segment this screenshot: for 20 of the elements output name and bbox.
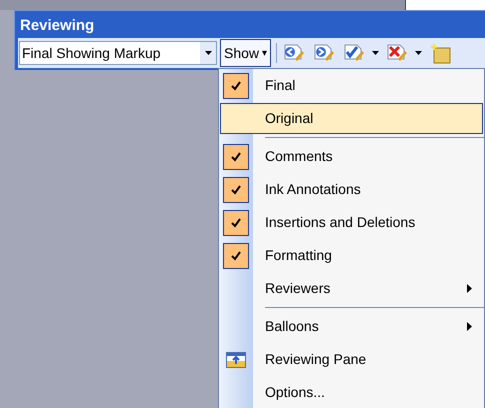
menu-item[interactable]: Reviewers — [253, 278, 484, 299]
dropdown-arrow-icon[interactable] — [372, 51, 380, 55]
toolbar-title: Reviewing — [19, 16, 96, 36]
menu-item[interactable]: Reviewing Pane — [253, 349, 484, 370]
menu-item[interactable]: Ink Annotations — [253, 179, 484, 200]
menu-item[interactable]: Formatting — [253, 245, 484, 266]
pane-icon — [226, 352, 246, 368]
menu-item[interactable]: Comments — [253, 146, 484, 167]
menu-item[interactable]: Insertions and Deletions — [253, 212, 484, 233]
dropdown-arrow-icon — [204, 51, 212, 55]
menu-item[interactable]: Options... — [253, 382, 484, 403]
show-button[interactable]: Show ▾ — [220, 39, 272, 67]
submenu-arrow-icon — [467, 322, 472, 331]
dropdown-arrow-icon[interactable] — [415, 51, 422, 55]
submenu-arrow-icon — [467, 284, 472, 293]
menu-item[interactable]: Final — [253, 75, 484, 96]
display-mode-dropdown[interactable]: Final Showing Markup — [19, 41, 217, 65]
menu-item[interactable]: Original — [220, 103, 483, 134]
menu-item[interactable]: Balloons — [253, 316, 484, 337]
note-sparkle-icon[interactable] — [428, 41, 452, 65]
